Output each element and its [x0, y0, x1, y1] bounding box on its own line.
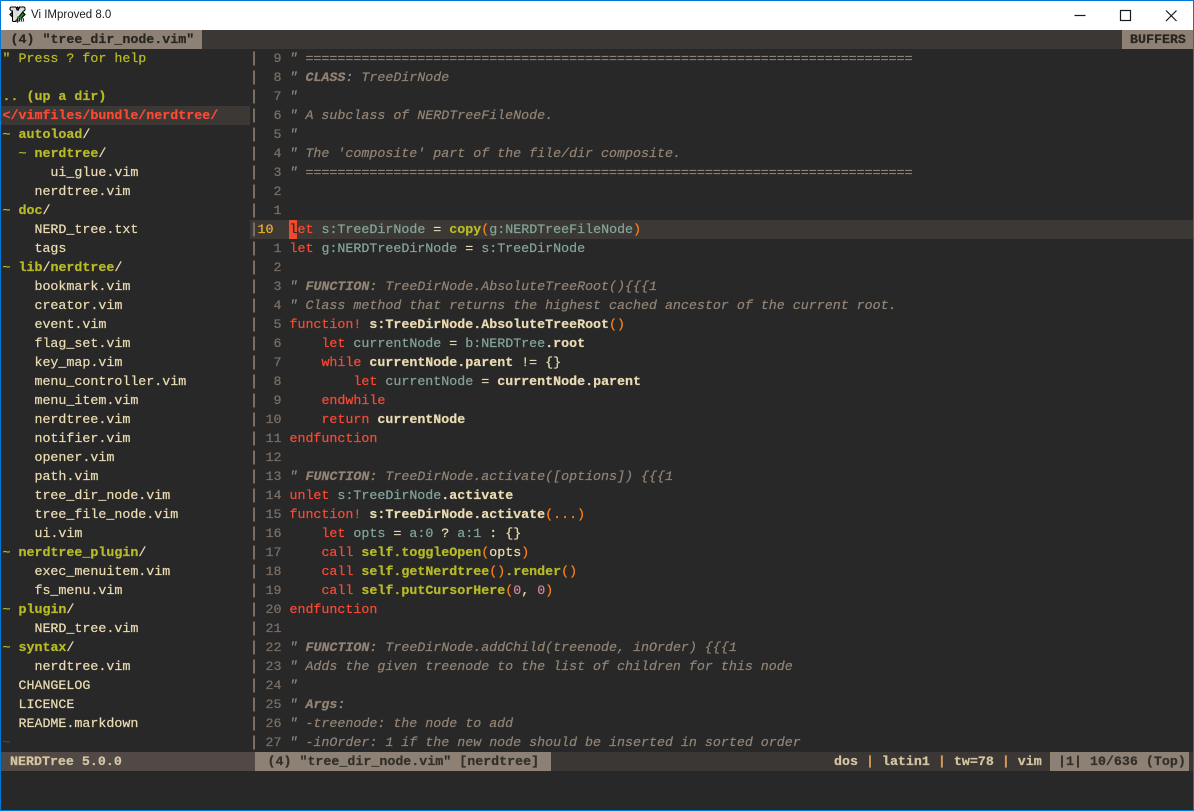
svg-text:im: im [17, 16, 25, 24]
